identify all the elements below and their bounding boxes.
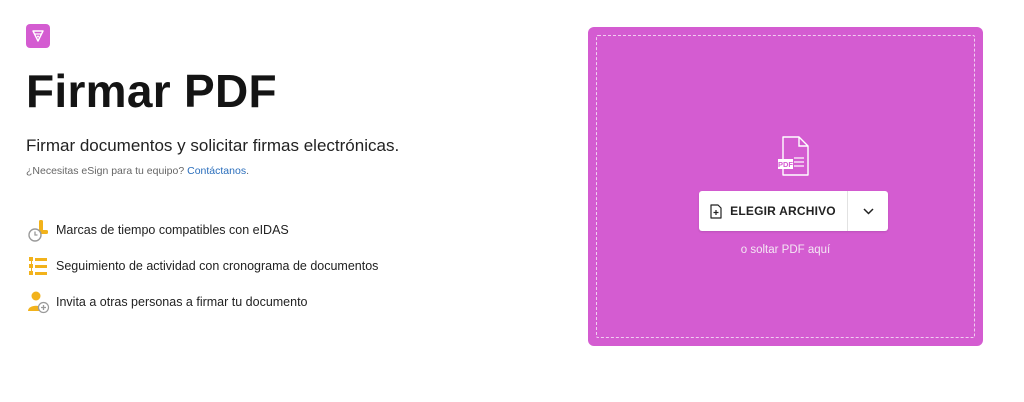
add-file-icon — [710, 203, 722, 219]
file-drop-zone[interactable]: PDF ELEGIR ARCHIVO o soltar PDF aquí — [588, 27, 983, 346]
feature-list: Marcas de tiempo compatibles con eIDAS S… — [26, 212, 378, 320]
chevron-down-icon — [862, 207, 874, 215]
page-title: Firmar PDF — [26, 65, 277, 117]
feature-label: Invita a otras personas a firmar tu docu… — [56, 295, 308, 309]
timestamp-clock-icon — [26, 218, 50, 242]
choose-file-button[interactable]: ELEGIR ARCHIVO — [699, 191, 847, 231]
choose-file-group: ELEGIR ARCHIVO — [699, 191, 888, 231]
feature-item-invite: Invita a otras personas a firmar tu docu… — [26, 284, 378, 320]
choose-file-label: ELEGIR ARCHIVO — [730, 204, 836, 218]
pdf-icon-text: PDF — [778, 160, 793, 169]
drop-hint: o soltar PDF aquí — [740, 244, 831, 256]
upload-source-dropdown[interactable] — [848, 191, 888, 231]
team-prompt: ¿Necesitas eSign para tu equipo? — [26, 165, 185, 177]
feature-item-timestamps: Marcas de tiempo compatibles con eIDAS — [26, 212, 378, 248]
pen-nib-icon — [32, 30, 44, 42]
feature-label: Seguimiento de actividad con cronograma … — [56, 259, 379, 273]
drop-zone-border: PDF ELEGIR ARCHIVO o soltar PDF aquí — [596, 35, 975, 338]
feature-item-activity: Seguimiento de actividad con cronograma … — [26, 248, 378, 284]
app-logo[interactable] — [26, 24, 50, 48]
activity-list-icon — [26, 254, 50, 278]
pdf-file-icon: PDF — [778, 136, 809, 176]
team-suffix: . — [246, 165, 249, 177]
invite-user-icon — [26, 290, 50, 314]
page-subtitle: Firmar documentos y solicitar firmas ele… — [26, 136, 400, 155]
contact-link[interactable]: Contáctanos — [187, 165, 246, 177]
feature-label: Marcas de tiempo compatibles con eIDAS — [56, 223, 289, 237]
team-contact-line: ¿Necesitas eSign para tu equipo? Contáct… — [26, 165, 249, 177]
